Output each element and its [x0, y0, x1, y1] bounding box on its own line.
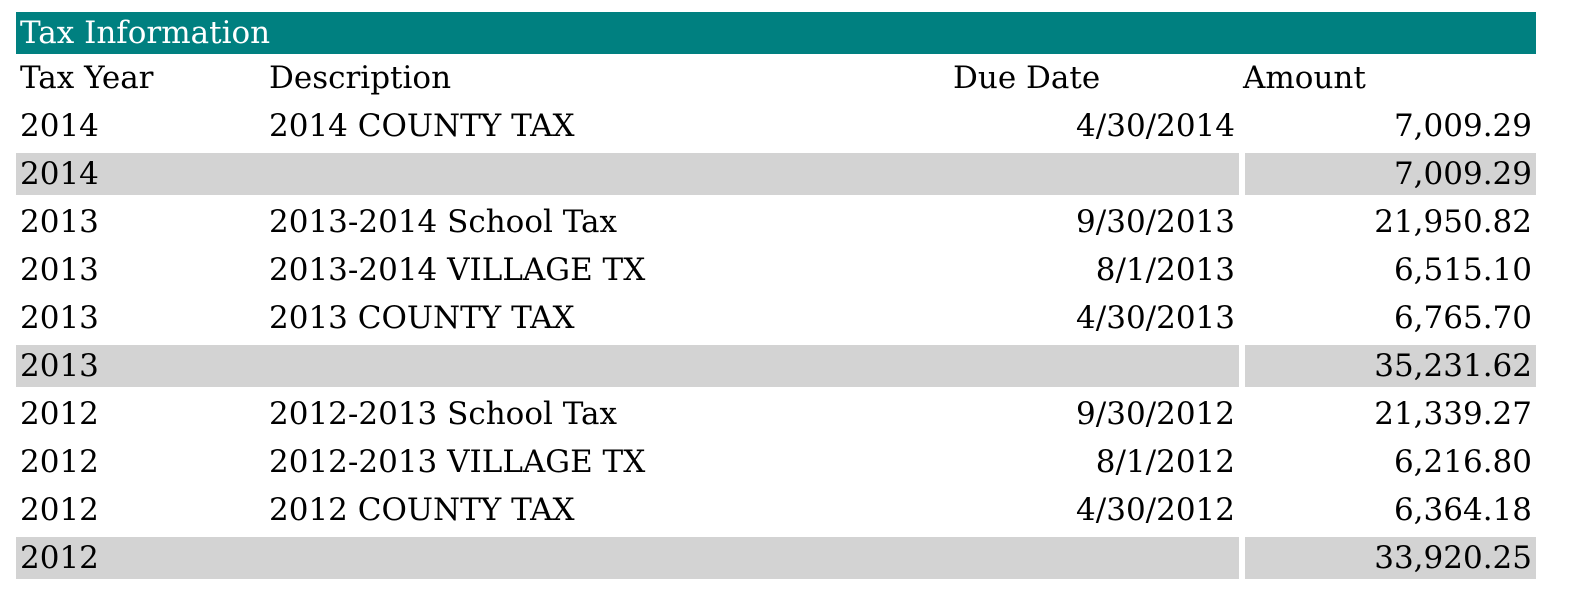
- cell-due-date: 9/30/2013: [1076, 204, 1235, 240]
- cell-tax-year: 2013: [20, 300, 99, 336]
- cell-amount: 33,920.25: [1239, 534, 1536, 582]
- tax-table: Tax Year Description Due Date Amount 201…: [16, 54, 1536, 582]
- cell-description: [265, 342, 949, 390]
- cell-due-date: 8/1/2012: [1095, 444, 1235, 480]
- cell-description: 2012-2013 School Tax: [269, 396, 618, 432]
- table-header-row: Tax Year Description Due Date Amount: [16, 54, 1536, 102]
- table-row: 2012 2012 COUNTY TAX 4/30/2012 6,364.18: [16, 486, 1536, 534]
- panel-title: Tax Information: [16, 12, 1536, 54]
- column-header-amount: Amount: [1243, 60, 1366, 96]
- table-row: 2012 2012-2013 VILLAGE TX 8/1/2012 6,216.80: [16, 438, 1536, 486]
- cell-amount: 6,765.70: [1393, 300, 1532, 336]
- table-row: 2014 2014 COUNTY TAX 4/30/2014 7,009.29: [16, 102, 1536, 150]
- cell-due-date: [949, 150, 1239, 198]
- cell-amount: 6,364.18: [1393, 492, 1532, 528]
- cell-due-date: 4/30/2012: [1076, 492, 1235, 528]
- tax-rows: 2014 2014 COUNTY TAX 4/30/2014 7,009.29 2014…: [16, 102, 1536, 582]
- cell-due-date: 9/30/2012: [1076, 396, 1235, 432]
- cell-amount: 7,009.29: [1393, 108, 1532, 144]
- cell-description: 2012-2013 VILLAGE TX: [269, 444, 646, 480]
- cell-amount: 6,216.80: [1393, 444, 1532, 480]
- subtotal-row: 2013 35,231.62: [16, 342, 1536, 390]
- cell-amount: 35,231.62: [1239, 342, 1536, 390]
- cell-description: 2013-2014 School Tax: [269, 204, 618, 240]
- cell-tax-year: 2014: [16, 150, 265, 198]
- cell-tax-year: 2012: [20, 444, 99, 480]
- cell-due-date: 4/30/2013: [1076, 300, 1235, 336]
- cell-description: 2014 COUNTY TAX: [269, 108, 575, 144]
- cell-tax-year: 2014: [20, 108, 99, 144]
- cell-tax-year: 2013: [20, 204, 99, 240]
- subtotal-row: 2014 7,009.29: [16, 150, 1536, 198]
- column-header-due-date: Due Date: [953, 60, 1101, 96]
- subtotal-row: 2012 33,920.25: [16, 534, 1536, 582]
- cell-description: [265, 534, 949, 582]
- cell-amount: 21,950.82: [1374, 204, 1532, 240]
- cell-due-date: 4/30/2014: [1076, 108, 1235, 144]
- cell-description: [265, 150, 949, 198]
- cell-description: 2013 COUNTY TAX: [269, 300, 575, 336]
- table-row: 2013 2013-2014 School Tax 9/30/2013 21,950.…: [16, 198, 1536, 246]
- tax-information-panel: Tax Information Tax Year Description Due…: [16, 12, 1536, 582]
- cell-tax-year: 2013: [16, 342, 265, 390]
- cell-tax-year: 2012: [16, 534, 265, 582]
- cell-amount: 6,515.10: [1393, 252, 1532, 288]
- cell-tax-year: 2012: [20, 492, 99, 528]
- cell-tax-year: 2012: [20, 396, 99, 432]
- cell-description: 2012 COUNTY TAX: [269, 492, 575, 528]
- table-row: 2012 2012-2013 School Tax 9/30/2012 21,339.…: [16, 390, 1536, 438]
- table-row: 2013 2013-2014 VILLAGE TX 8/1/2013 6,515.10: [16, 246, 1536, 294]
- column-header-tax-year: Tax Year: [20, 60, 154, 96]
- cell-amount: 21,339.27: [1374, 396, 1532, 432]
- column-header-description: Description: [269, 60, 452, 96]
- cell-due-date: 8/1/2013: [1095, 252, 1235, 288]
- table-row: 2013 2013 COUNTY TAX 4/30/2013 6,765.70: [16, 294, 1536, 342]
- cell-due-date: [949, 534, 1239, 582]
- cell-tax-year: 2013: [20, 252, 99, 288]
- cell-due-date: [949, 342, 1239, 390]
- cell-amount: 7,009.29: [1239, 150, 1536, 198]
- cell-description: 2013-2014 VILLAGE TX: [269, 252, 646, 288]
